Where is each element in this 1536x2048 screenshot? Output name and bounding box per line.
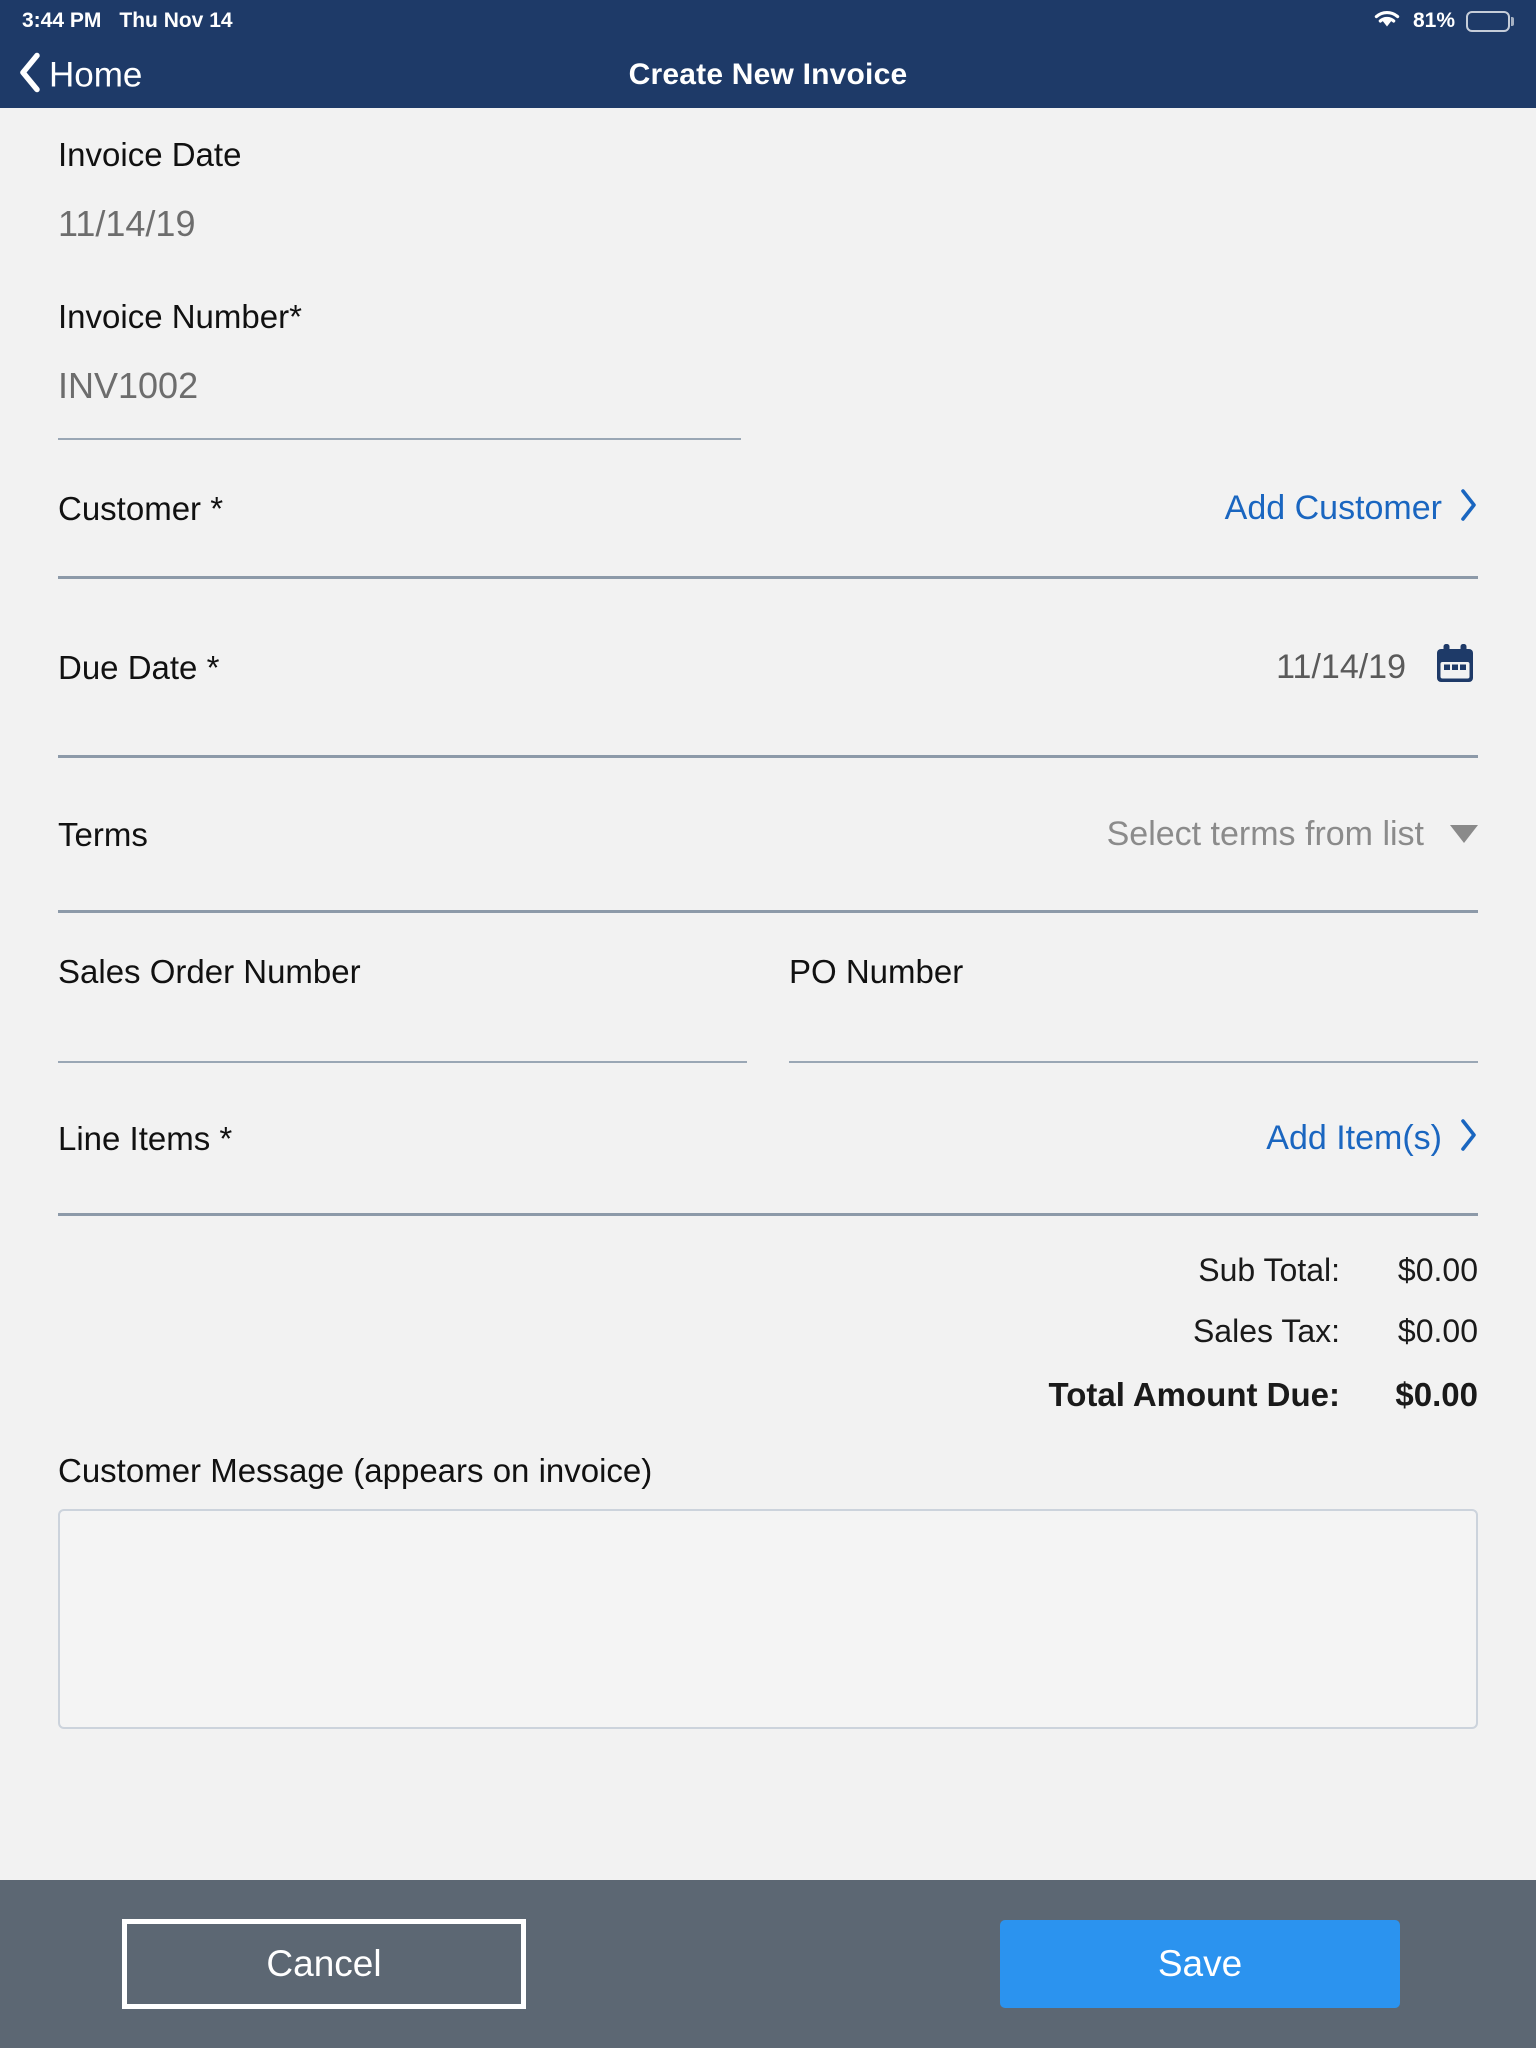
- customer-message-label: Customer Message (appears on invoice): [58, 1452, 653, 1489]
- terms-placeholder: Select terms from list: [1106, 815, 1424, 853]
- sub-total-label: Sub Total:: [1198, 1252, 1340, 1288]
- chevron-down-icon: [1450, 825, 1478, 843]
- field-row-order-numbers: Sales Order Number PO Number: [58, 913, 1478, 1063]
- due-date-value: 11/14/19: [1276, 648, 1406, 686]
- total-row-sub-total: Sub Total: $0.00: [58, 1252, 1478, 1289]
- totals-summary: Sub Total: $0.00 Sales Tax: $0.00 Total …: [58, 1216, 1478, 1414]
- chevron-right-icon: [1458, 488, 1478, 528]
- status-bar-left: 3:44 PM Thu Nov 14: [22, 9, 233, 33]
- terms-dropdown[interactable]: Select terms from list: [1107, 817, 1478, 851]
- total-amount-due-label: Total Amount Due:: [1048, 1376, 1340, 1413]
- due-date-label: Due Date *: [58, 648, 220, 686]
- invoice-date-value: 11/14/19: [58, 203, 196, 244]
- battery-icon: [1466, 10, 1514, 32]
- field-terms: Terms Select terms from list: [58, 758, 1478, 910]
- field-invoice-date: Invoice Date 11/14/19: [58, 108, 1478, 242]
- action-bar: Cancel Save: [0, 1880, 1536, 2048]
- line-items-label: Line Items *: [58, 1119, 233, 1157]
- field-due-date: Due Date * 11/14/19: [58, 579, 1478, 755]
- sales-order-number-label: Sales Order Number: [58, 953, 361, 990]
- total-amount-due-amount: $0.00: [1395, 1376, 1478, 1413]
- add-items-button[interactable]: Add Item(s): [1266, 1118, 1478, 1158]
- status-bar: 3:44 PM Thu Nov 14 81%: [0, 0, 1536, 42]
- due-date-picker[interactable]: 11/14/19: [1276, 642, 1478, 693]
- field-invoice-number: Invoice Number* INV1002: [58, 300, 1478, 440]
- add-items-label: Add Item(s): [1266, 1119, 1442, 1157]
- sales-tax-label: Sales Tax:: [1192, 1313, 1340, 1349]
- invoice-number-input[interactable]: INV1002: [58, 368, 1478, 404]
- status-time: 3:44 PM: [22, 9, 102, 32]
- field-customer: Customer * Add Customer: [58, 440, 1478, 576]
- total-row-amount-due: Total Amount Due: $0.00: [58, 1376, 1478, 1414]
- nav-bar: Home Create New Invoice: [0, 42, 1536, 108]
- battery-percent-label: 81%: [1412, 9, 1455, 32]
- field-customer-message: Customer Message (appears on invoice): [58, 1454, 1478, 1729]
- total-row-sales-tax: Sales Tax: $0.00: [58, 1313, 1478, 1350]
- wifi-icon: [1372, 7, 1402, 35]
- field-sales-order-number: Sales Order Number: [58, 955, 747, 1063]
- status-bar-right: 81%: [1372, 7, 1514, 35]
- invoice-form: Invoice Date 11/14/19 Invoice Number* IN…: [0, 108, 1536, 1880]
- sub-total-amount: $0.00: [1397, 1252, 1478, 1288]
- save-button[interactable]: Save: [1000, 1920, 1400, 2008]
- chevron-right-icon: [1458, 1118, 1478, 1158]
- cancel-button[interactable]: Cancel: [122, 1919, 526, 2009]
- invoice-number-label: Invoice Number*: [58, 298, 302, 335]
- sales-tax-amount: $0.00: [1397, 1313, 1478, 1349]
- add-customer-label: Add Customer: [1224, 489, 1442, 527]
- terms-label: Terms: [58, 815, 148, 853]
- status-date: Thu Nov 14: [119, 9, 233, 32]
- field-line-items: Line Items * Add Item(s): [58, 1063, 1478, 1213]
- sales-order-number-input[interactable]: [58, 1061, 747, 1063]
- invoice-date-label: Invoice Date: [58, 136, 242, 173]
- calendar-icon[interactable]: [1432, 642, 1478, 693]
- customer-message-input[interactable]: [58, 1509, 1478, 1729]
- add-customer-button[interactable]: Add Customer: [1225, 488, 1478, 528]
- po-number-label: PO Number: [789, 953, 964, 990]
- customer-label: Customer *: [58, 489, 224, 527]
- po-number-input[interactable]: [789, 1061, 1478, 1063]
- page-title: Create New Invoice: [628, 58, 908, 91]
- field-po-number: PO Number: [789, 955, 1478, 1063]
